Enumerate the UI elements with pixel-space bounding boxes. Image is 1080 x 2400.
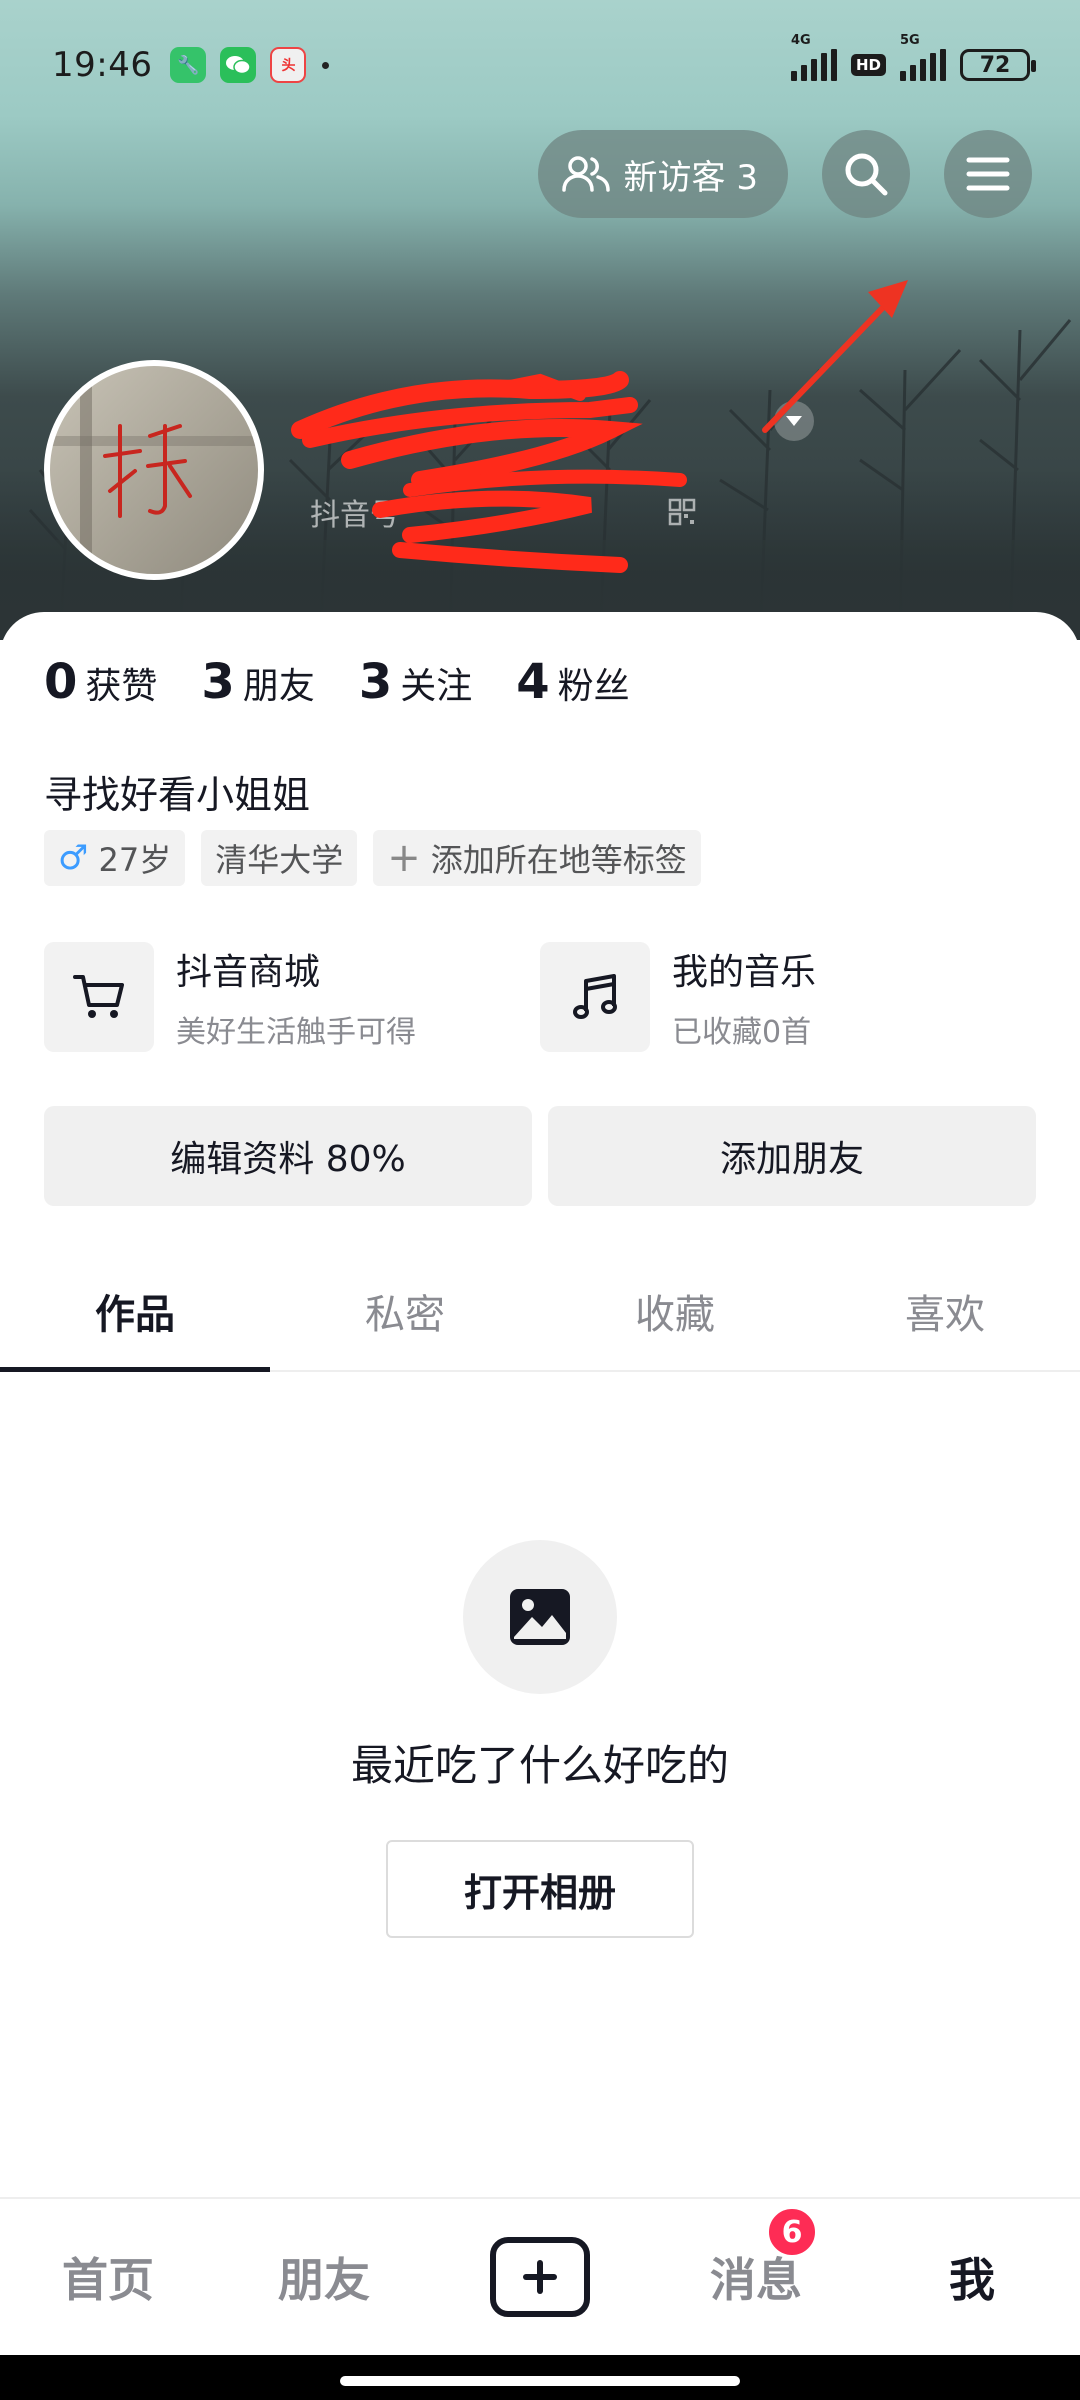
nav-home[interactable]: 首页 xyxy=(0,2244,216,2310)
tab-works[interactable]: 作品 xyxy=(0,1252,270,1372)
wechat-icon xyxy=(220,47,257,83)
status-right: 4G HD 5G 72 xyxy=(790,33,1036,81)
stat-following-count: 3 xyxy=(358,654,393,710)
empty-state-photo-icon xyxy=(463,1540,617,1694)
stat-friends-count: 3 xyxy=(201,654,235,710)
profile-tags: ♂ 27岁 清华大学 + 添加所在地等标签 xyxy=(44,830,701,886)
my-music-entry[interactable]: 我的音乐 已收藏0首 xyxy=(540,942,1036,1052)
battery-icon: 72 xyxy=(960,49,1036,81)
hamburger-menu-icon xyxy=(966,157,1010,191)
stat-likes-label: 获赞 xyxy=(85,666,158,707)
stat-followers-label: 粉丝 xyxy=(557,666,630,707)
tools-app-icon: 🔧 xyxy=(170,47,207,83)
stat-likes-count: 0 xyxy=(44,654,78,710)
add-tag-button[interactable]: + 添加所在地等标签 xyxy=(373,830,701,886)
profile-avatar[interactable] xyxy=(44,360,264,580)
messages-badge: 6 xyxy=(766,2206,818,2258)
home-gesture-bar[interactable] xyxy=(340,2376,740,2386)
qr-code-icon[interactable] xyxy=(668,498,696,526)
nav-friends[interactable]: 朋友 xyxy=(216,2244,432,2310)
stat-followers[interactable]: 4 粉丝 xyxy=(516,654,629,710)
new-visitors-button[interactable]: 新访客 3 xyxy=(537,130,788,218)
male-icon: ♂ xyxy=(58,838,89,878)
douyin-mall-entry[interactable]: 抖音商城 美好生活触手可得 xyxy=(44,942,540,1052)
nav-create[interactable] xyxy=(432,2237,648,2317)
search-icon xyxy=(845,153,888,196)
menu-button[interactable] xyxy=(944,130,1032,218)
stat-followers-count: 4 xyxy=(516,654,550,710)
status-time: 19:46 xyxy=(52,45,153,85)
toutiao-icon: 头 xyxy=(270,47,307,83)
school-tag-label: 清华大学 xyxy=(215,841,344,879)
profile-bio[interactable]: 寻找好看小姐姐 xyxy=(44,764,310,819)
plus-icon: + xyxy=(387,835,421,881)
empty-state-text: 最近吃了什么好吃的 xyxy=(350,1741,729,1790)
nav-me[interactable]: 我 xyxy=(864,2244,1080,2310)
nav-messages[interactable]: 消息 6 xyxy=(648,2206,864,2310)
open-album-button[interactable]: 打开相册 xyxy=(386,1840,694,1938)
douyin-mall-title: 抖音商城 xyxy=(176,952,321,993)
signal-5g-icon: 5G xyxy=(900,33,946,81)
new-visitors-label: 新访客 3 xyxy=(623,157,758,198)
my-music-title: 我的音乐 xyxy=(672,952,817,993)
add-tag-label: 添加所在地等标签 xyxy=(430,841,687,879)
douyin-id-label: 抖音号 xyxy=(310,498,400,533)
profile-actions: 编辑资料 80% 添加朋友 xyxy=(44,1106,1036,1206)
status-app-icons: 🔧 头 xyxy=(170,47,307,83)
school-tag[interactable]: 清华大学 xyxy=(201,830,358,886)
stat-likes[interactable]: 0 获赞 xyxy=(44,654,157,710)
profile-stats: 0 获赞 3 朋友 3 关注 4 粉丝 xyxy=(44,654,630,710)
feature-shortcuts: 抖音商城 美好生活触手可得 我的音乐 已收藏0首 xyxy=(44,942,1036,1052)
search-button[interactable] xyxy=(822,130,910,218)
notification-dot-icon xyxy=(322,61,330,69)
music-note-icon xyxy=(540,942,650,1052)
edit-profile-button[interactable]: 编辑资料 80% xyxy=(44,1106,532,1206)
tab-favorites[interactable]: 收藏 xyxy=(540,1252,810,1370)
signal-4g-icon: 4G xyxy=(790,33,837,81)
tab-likes[interactable]: 喜欢 xyxy=(810,1252,1080,1370)
header-actions: 新访客 3 xyxy=(537,130,1032,218)
stat-following-label: 关注 xyxy=(400,666,473,707)
account-switch-caret-icon[interactable] xyxy=(774,401,814,441)
hd-icon: HD xyxy=(850,54,886,76)
battery-level: 72 xyxy=(979,52,1011,78)
age-tag[interactable]: ♂ 27岁 xyxy=(44,830,186,886)
douyin-id[interactable]: 抖音号 xyxy=(310,490,696,534)
profile-content-sheet: 0 获赞 3 朋友 3 关注 4 粉丝 寻找好看小姐姐 ♂ 27岁 清华大学 +… xyxy=(0,612,1080,2197)
content-tabs: 作品 私密 收藏 喜欢 xyxy=(0,1252,1080,1372)
visitors-icon xyxy=(561,156,610,192)
profile-name[interactable] xyxy=(308,392,814,450)
tab-private[interactable]: 私密 xyxy=(270,1252,540,1370)
stat-following[interactable]: 3 关注 xyxy=(359,654,472,710)
shopping-cart-icon xyxy=(44,942,154,1052)
age-tag-label: 27岁 xyxy=(98,841,172,879)
douyin-mall-subtitle: 美好生活触手可得 xyxy=(176,1015,416,1050)
stat-friends-label: 朋友 xyxy=(242,666,315,707)
create-plus-icon xyxy=(490,2237,590,2317)
my-music-subtitle: 已收藏0首 xyxy=(672,1015,812,1050)
add-friend-button[interactable]: 添加朋友 xyxy=(548,1106,1036,1206)
avatar-image xyxy=(50,366,258,574)
bottom-nav: 首页 朋友 消息 6 我 xyxy=(0,2197,1080,2355)
stat-friends[interactable]: 3 朋友 xyxy=(201,654,314,710)
status-bar: 19:46 🔧 头 4G HD 5G 72 xyxy=(0,0,1080,130)
